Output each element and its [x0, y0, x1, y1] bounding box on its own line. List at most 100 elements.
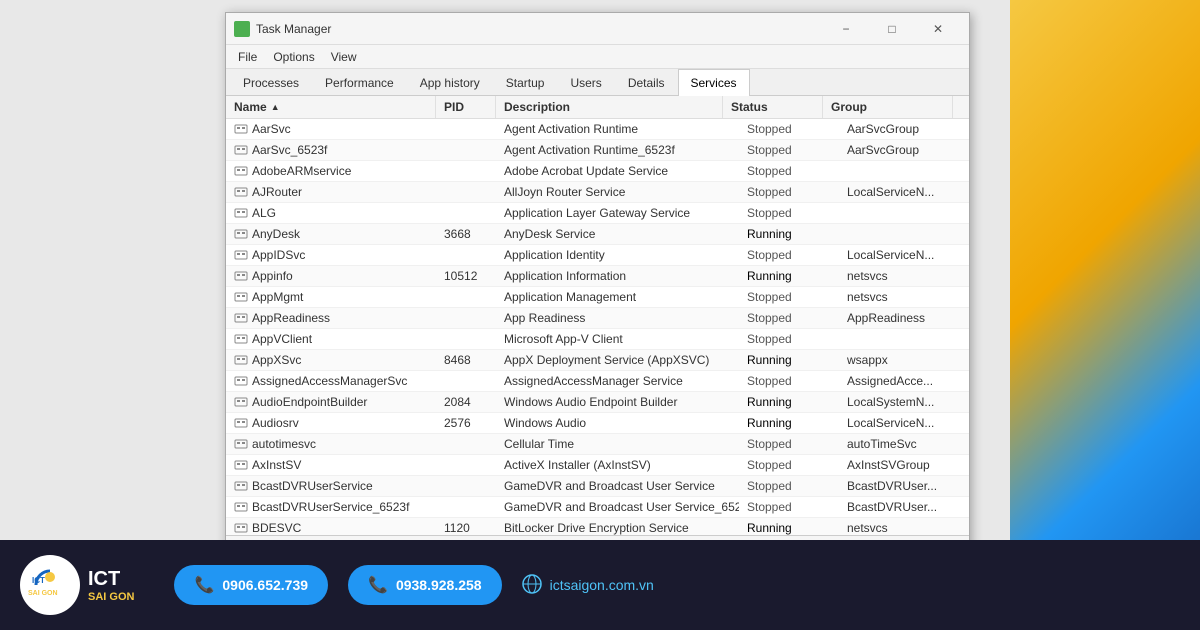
tab-processes[interactable]: Processes: [230, 69, 312, 96]
svc-name: Appinfo: [226, 266, 436, 286]
svc-group: LocalServiceN...: [839, 245, 969, 265]
svc-name: AppIDSvc: [226, 245, 436, 265]
svc-name: Audiosrv: [226, 413, 436, 433]
table-row[interactable]: AppXSvc 8468 AppX Deployment Service (Ap…: [226, 350, 969, 371]
svc-group: LocalSystemN...: [839, 392, 969, 412]
phone2-icon: 📞: [368, 575, 388, 595]
svc-status: Running: [739, 518, 839, 535]
svc-description: BitLocker Drive Encryption Service: [496, 518, 739, 535]
website-url: ictsaigon.com.vn: [550, 577, 654, 593]
table-row[interactable]: AxInstSV ActiveX Installer (AxInstSV) St…: [226, 455, 969, 476]
svc-pid: [436, 161, 496, 181]
close-button[interactable]: ✕: [915, 13, 961, 45]
svc-description: AppX Deployment Service (AppXSVC): [496, 350, 739, 370]
col-group[interactable]: Group: [823, 96, 953, 118]
col-description[interactable]: Description: [496, 96, 723, 118]
svc-pid: [436, 245, 496, 265]
svc-status: Stopped: [739, 371, 839, 391]
svc-group: AppReadiness: [839, 308, 969, 328]
table-row[interactable]: autotimesvc Cellular Time Stopped autoTi…: [226, 434, 969, 455]
menu-file[interactable]: File: [230, 48, 265, 66]
maximize-button[interactable]: □: [869, 13, 915, 45]
col-name[interactable]: Name ▲: [226, 96, 436, 118]
svc-status: Stopped: [739, 434, 839, 454]
table-row[interactable]: AdobeARMservice Adobe Acrobat Update Ser…: [226, 161, 969, 182]
svc-pid: 2576: [436, 413, 496, 433]
table-row[interactable]: AnyDesk 3668 AnyDesk Service Running: [226, 224, 969, 245]
svc-group: LocalServiceN...: [839, 413, 969, 433]
svc-name: BcastDVRUserService: [226, 476, 436, 496]
svc-description: Cellular Time: [496, 434, 739, 454]
table-body[interactable]: AarSvc Agent Activation Runtime Stopped …: [226, 119, 969, 535]
phone1-button[interactable]: 📞 0906.652.739: [174, 565, 328, 605]
table-row[interactable]: BDESVC 1120 BitLocker Drive Encryption S…: [226, 518, 969, 535]
table-row[interactable]: Appinfo 10512 Application Information Ru…: [226, 266, 969, 287]
service-icon: [234, 227, 248, 241]
table-row[interactable]: AarSvc_6523f Agent Activation Runtime_65…: [226, 140, 969, 161]
menu-view[interactable]: View: [323, 48, 365, 66]
table-row[interactable]: BcastDVRUserService GameDVR and Broadcas…: [226, 476, 969, 497]
table-row[interactable]: Audiosrv 2576 Windows Audio Running Loca…: [226, 413, 969, 434]
svc-pid: 1120: [436, 518, 496, 535]
table-row[interactable]: AppReadiness App Readiness Stopped AppRe…: [226, 308, 969, 329]
tab-bar: Processes Performance App history Startu…: [226, 69, 969, 96]
table-row[interactable]: AJRouter AllJoyn Router Service Stopped …: [226, 182, 969, 203]
table-row[interactable]: AppVClient Microsoft App-V Client Stoppe…: [226, 329, 969, 350]
tab-startup[interactable]: Startup: [493, 69, 558, 96]
table-row[interactable]: AppMgmt Application Management Stopped n…: [226, 287, 969, 308]
minimize-button[interactable]: −: [823, 13, 869, 45]
svc-name: ALG: [226, 203, 436, 223]
svc-status: Stopped: [739, 476, 839, 496]
table-row[interactable]: AppIDSvc Application Identity Stopped Lo…: [226, 245, 969, 266]
svc-name: AppReadiness: [226, 308, 436, 328]
window-icon: [234, 21, 250, 37]
logo-sub: SAI GON: [88, 591, 134, 603]
menu-options[interactable]: Options: [265, 48, 322, 66]
svc-pid: 3668: [436, 224, 496, 244]
svc-status: Stopped: [739, 287, 839, 307]
svc-name: BDESVC: [226, 518, 436, 535]
col-pid[interactable]: PID: [436, 96, 496, 118]
tab-users[interactable]: Users: [557, 69, 614, 96]
table-row[interactable]: AssignedAccessManagerSvc AssignedAccessM…: [226, 371, 969, 392]
svc-group: AxInstSVGroup: [839, 455, 969, 475]
tab-performance[interactable]: Performance: [312, 69, 407, 96]
service-icon: [234, 395, 248, 409]
services-table: Name ▲ PID Description Status Group Aa: [226, 96, 969, 535]
svc-description: GameDVR and Broadcast User Service: [496, 476, 739, 496]
table-row[interactable]: AudioEndpointBuilder 2084 Windows Audio …: [226, 392, 969, 413]
logo-area: ICT SAI GON ICT SAI GON: [20, 555, 134, 615]
svc-name: AudioEndpointBuilder: [226, 392, 436, 412]
svc-group: netsvcs: [839, 266, 969, 286]
svc-name: AxInstSV: [226, 455, 436, 475]
svc-group: autoTimeSvc: [839, 434, 969, 454]
col-status[interactable]: Status: [723, 96, 823, 118]
sort-asc-icon: ▲: [271, 102, 280, 112]
service-icon: [234, 290, 248, 304]
svc-pid: [436, 182, 496, 202]
svc-status: Stopped: [739, 308, 839, 328]
svc-status: Stopped: [739, 161, 839, 181]
svc-status: Stopped: [739, 119, 839, 139]
svc-description: Agent Activation Runtime_6523f: [496, 140, 739, 160]
svc-group: [839, 224, 969, 244]
window-title: Task Manager: [256, 22, 823, 36]
table-row[interactable]: ALG Application Layer Gateway Service St…: [226, 203, 969, 224]
website-link[interactable]: ictsaigon.com.vn: [522, 574, 654, 597]
service-icon: [234, 185, 248, 199]
phone2-button[interactable]: 📞 0938.928.258: [348, 565, 502, 605]
tab-app-history[interactable]: App history: [407, 69, 493, 96]
svc-status: Running: [739, 266, 839, 286]
tab-services[interactable]: Services: [678, 69, 750, 96]
svc-status: Running: [739, 392, 839, 412]
table-row[interactable]: AarSvc Agent Activation Runtime Stopped …: [226, 119, 969, 140]
svc-status: Stopped: [739, 140, 839, 160]
svc-description: Application Information: [496, 266, 739, 286]
service-icon: [234, 521, 248, 535]
svc-group: [839, 329, 969, 349]
service-icon: [234, 458, 248, 472]
svc-group: LocalServiceN...: [839, 182, 969, 202]
tab-details[interactable]: Details: [615, 69, 678, 96]
table-row[interactable]: BcastDVRUserService_6523f GameDVR and Br…: [226, 497, 969, 518]
svc-status: Running: [739, 224, 839, 244]
